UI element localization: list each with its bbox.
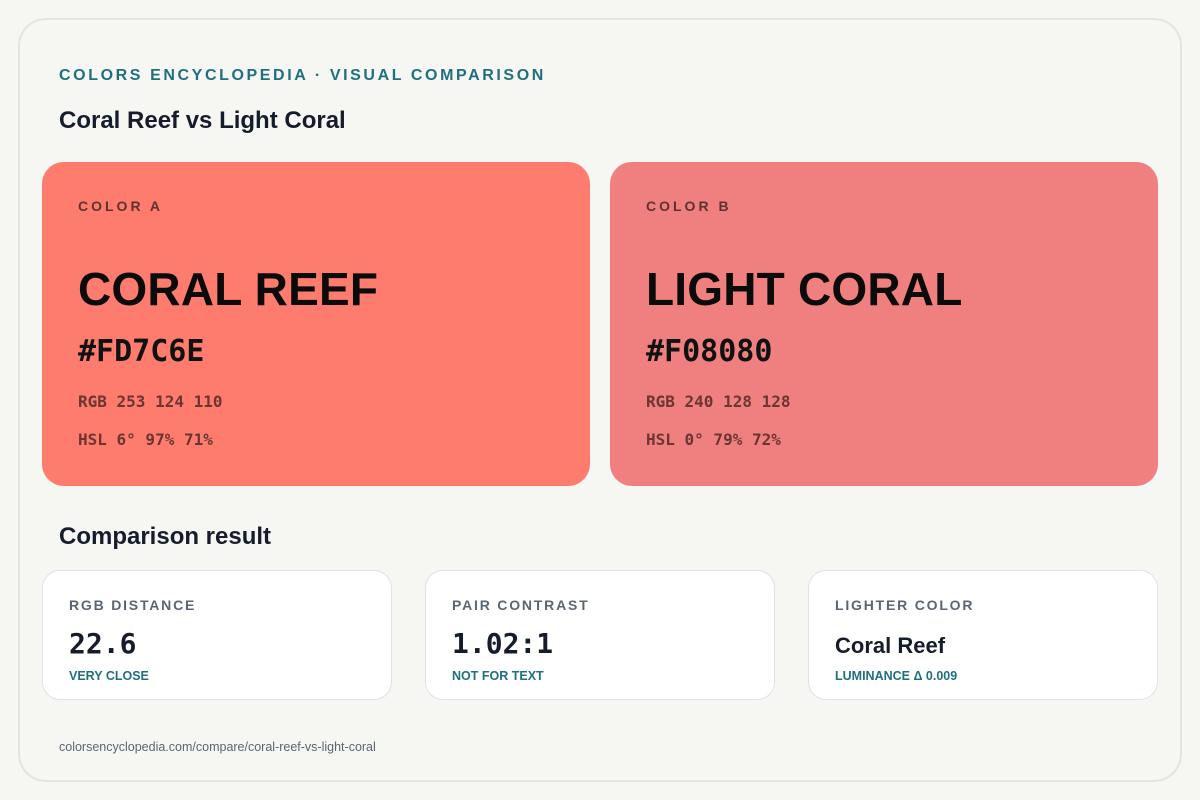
- color-b-hex: #F08080: [646, 334, 773, 369]
- color-a-swatch: COLOR A CORAL REEF #FD7C6E RGB 253 124 1…: [42, 162, 590, 486]
- card-note: LUMINANCE Δ 0.009: [835, 669, 958, 683]
- color-a-rgb: RGB 253 124 110: [78, 392, 223, 411]
- card-note: VERY CLOSE: [69, 669, 149, 683]
- card-value: Coral Reef: [835, 633, 946, 658]
- comparison-title: Comparison result: [59, 523, 272, 550]
- card-label: PAIR CONTRAST: [452, 597, 590, 613]
- color-b-hsl: HSL 0° 79% 72%: [646, 430, 781, 449]
- card-value: 22.6: [69, 627, 137, 660]
- color-a-hex: #FD7C6E: [78, 334, 205, 369]
- color-b-swatch: COLOR B LIGHT CORAL #F08080 RGB 240 128 …: [610, 162, 1158, 486]
- color-b-label: COLOR B: [646, 198, 732, 214]
- card-value: 1.02:1: [452, 627, 554, 660]
- source-url[interactable]: colorsencyclopedia.com/compare/coral-ree…: [59, 740, 376, 754]
- lighter-color-card: LIGHTER COLOR Coral Reef LUMINANCE Δ 0.0…: [808, 570, 1158, 700]
- card-label: RGB DISTANCE: [69, 597, 197, 613]
- color-a-hsl: HSL 6° 97% 71%: [78, 430, 213, 449]
- rgb-distance-card: RGB DISTANCE 22.6 VERY CLOSE: [42, 570, 392, 700]
- eyebrow-label: COLORS ENCYCLOPEDIA · VISUAL COMPARISON: [59, 67, 546, 84]
- pair-contrast-card: PAIR CONTRAST 1.02:1 NOT FOR TEXT: [425, 570, 775, 700]
- card-label: LIGHTER COLOR: [835, 597, 975, 613]
- color-a-label: COLOR A: [78, 198, 164, 214]
- card-note: NOT FOR TEXT: [452, 669, 544, 683]
- color-b-name: LIGHT CORAL: [646, 263, 963, 315]
- color-b-rgb: RGB 240 128 128: [646, 392, 791, 411]
- color-a-name: CORAL REEF: [78, 263, 379, 315]
- page-title: Coral Reef vs Light Coral: [59, 107, 346, 134]
